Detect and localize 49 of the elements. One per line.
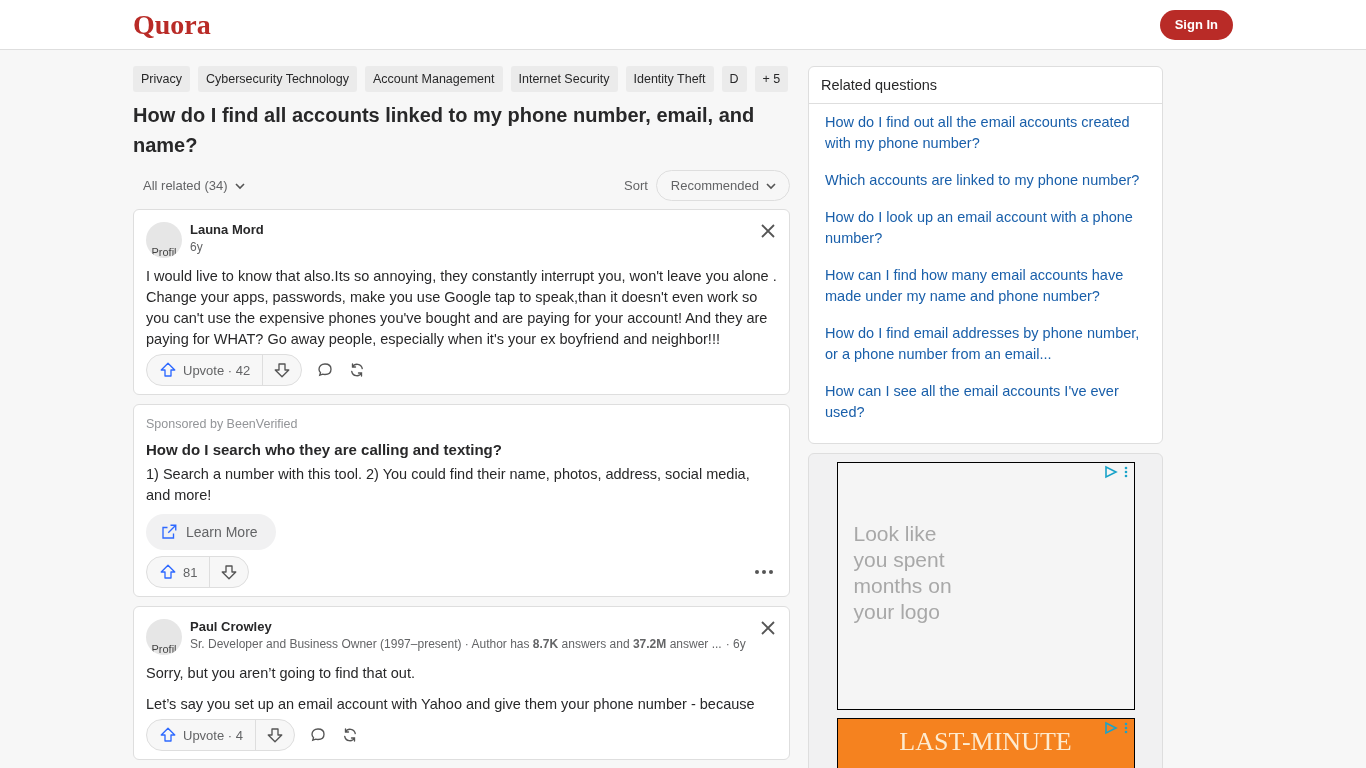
external-link-icon [160,523,178,541]
comment-icon[interactable] [309,726,327,744]
ad-text: Look like you spent months on your logo [853,521,953,625]
more-topics-tag[interactable]: + 5 [754,66,789,92]
upvote-button[interactable]: Upvote · 4 [147,720,255,750]
answer-age: 6y [190,240,203,254]
topic-tag[interactable]: Account Management [364,66,503,92]
topic-tag[interactable]: D [721,66,747,92]
downvote-icon [220,563,239,581]
sponsor-label: Sponsored by BeenVerified [146,417,299,431]
sort-dropdown[interactable]: Recommended [655,170,790,201]
upvote-icon [159,726,177,744]
answer-age: · 6y [725,637,746,651]
upvote-icon [159,563,177,581]
more-icon [755,570,773,574]
author-name[interactable]: Launa Mord [190,222,751,237]
comment-icon[interactable] [316,361,335,379]
answer-text: Sorry, but you aren’t going to find that out. [146,664,416,683]
panel-title: Related questions [809,67,1162,104]
topic-tag[interactable]: Identity Theft [625,66,714,92]
site-logo[interactable]: Quora [133,8,211,41]
learn-more-button[interactable]: Learn More [146,514,276,550]
downvote-icon [273,361,292,379]
upvote-button[interactable]: 81 [147,557,210,587]
answer-text: I would live to know that also.Its so annoying, they constantly interrupt you, won't leave you alone . Change your apps, passwords, make you use Google tap to speak,than it doesn't even work so you can't use the expensive phones you've bought and are paying for your account! And they are paying for WHAT? Go away people, especially when it's your ex boyfriend and neighbor!!! [146,267,777,349]
sign-in-button[interactable]: Sign In [1159,9,1233,40]
author-name[interactable]: Paul Crowley [190,619,751,634]
related-question-link[interactable]: How do I find email addresses by phone number, or a phone number from an email... [825,323,1140,365]
related-question-link[interactable]: How can I find how many email accounts have made under my name and phone number? [825,265,1140,307]
topic-tag[interactable]: Cybersecurity Technology [198,66,357,92]
share-icon[interactable] [341,726,359,744]
topic-tag[interactable]: Internet Security [510,66,618,92]
upvote-icon [159,361,177,379]
ad-choices-icon[interactable] [1103,465,1130,479]
related-question-link[interactable]: How can I see all the email accounts I've ever used? [825,381,1140,423]
related-question-link[interactable]: How do I find out all the email accounts created with my phone number? [825,112,1140,154]
sort-label: Sort [624,178,648,193]
downvote-icon [266,726,284,744]
question-title: How do I find all accounts linked to my phone number, email, and name? [133,103,756,158]
answer-text: Let’s say you set up an email account with Yahoo and give them your phone number - because [146,695,756,714]
ad-title[interactable]: How do I search who they are calling and texting? [146,441,777,458]
topic-tag[interactable]: Privacy [133,66,190,92]
ad-text: 1) Search a number with this tool. 2) You could find their name, photos, address, social media, and more! [146,465,751,505]
related-question-link[interactable]: How do I look up an email account with a phone number? [825,207,1140,249]
all-related-dropdown[interactable]: All related (34) [133,178,256,193]
related-question-link[interactable]: Which accounts are linked to my phone number? [825,170,1140,191]
upvote-button[interactable]: Upvote · 42 [147,355,263,385]
author-credential: Sr. Developer and Business Owner (1997–present) · Author has 8.7K answers and 37.2M answer ... [190,637,722,651]
ad-headline: LAST-MINUTE [899,726,1072,757]
